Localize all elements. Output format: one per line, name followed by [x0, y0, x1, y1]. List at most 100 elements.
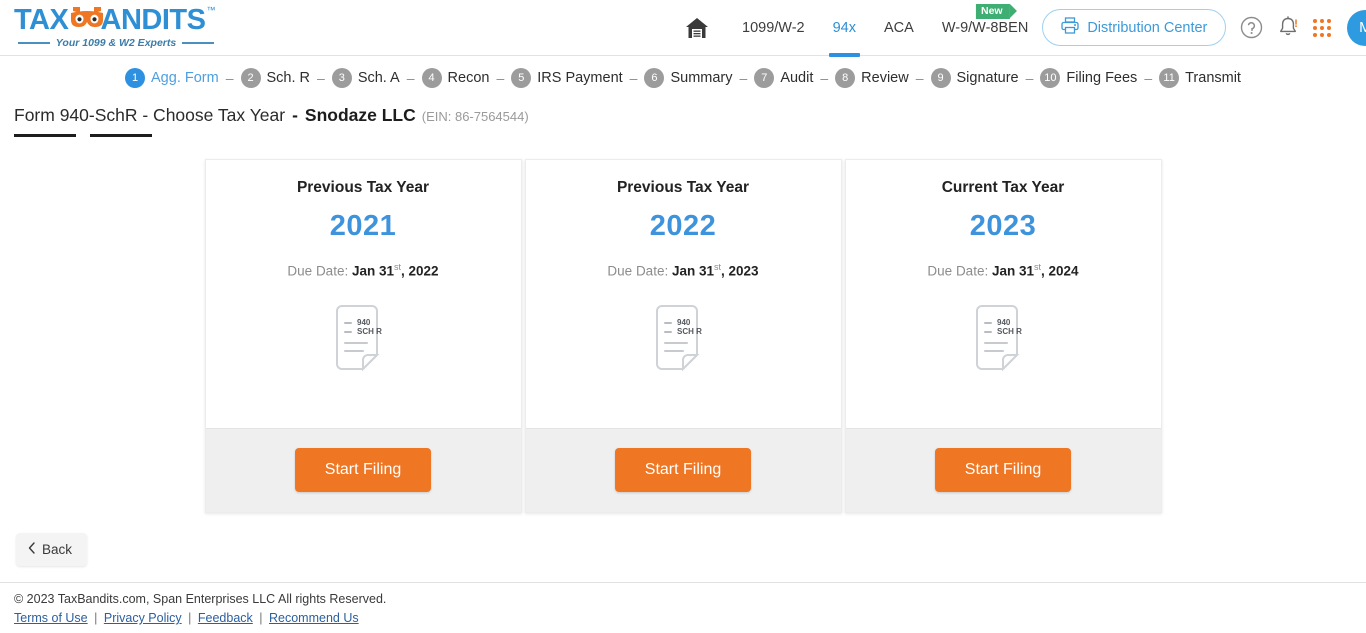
logo-tm-icon: ™ [206, 5, 216, 15]
card-heading: Previous Tax Year [616, 179, 750, 196]
step-review[interactable]: 8 Review [835, 68, 909, 88]
logo-text-bandits: ANDITS [100, 4, 206, 36]
step-agg-form[interactable]: 1 Agg. Form [125, 68, 219, 88]
step-number: 11 [1159, 68, 1180, 88]
step-separator: – [317, 70, 325, 86]
page-title-block: Form 940-SchR - Choose Tax Year - Snodaz… [0, 96, 1366, 137]
step-separator: – [496, 70, 505, 86]
primary-nav: 1099/W-2 94x ACA New W-9/W-8BEN [684, 0, 1042, 57]
company-ein: (EIN: 86-7564544) [421, 109, 529, 124]
due-date-ordinal: st [714, 262, 722, 272]
step-label: Review [861, 70, 909, 86]
logo-text-tax: TAX [14, 4, 69, 36]
step-number: 7 [754, 68, 775, 88]
step-label: Agg. Form [151, 70, 219, 86]
nav-item-w9-w8ben[interactable]: New W-9/W-8BEN [928, 0, 1042, 56]
due-date-value: Jan 31 [351, 263, 395, 279]
due-date-year: , 2024 [1041, 263, 1079, 279]
step-label: Recon [447, 70, 490, 86]
footer-link-privacy-policy[interactable]: Privacy Policy [104, 611, 182, 625]
chevron-left-icon [28, 542, 35, 557]
app-dot [1313, 18, 1318, 23]
logo-wordmark: TAX ANDITS ™ [14, 4, 216, 36]
nav-item-94x[interactable]: 94x [819, 0, 870, 57]
taxbandits-logo[interactable]: TAX ANDITS ™ Your 1099 & W2 Experts [14, 4, 216, 50]
step-number: 2 [240, 68, 261, 88]
start-filing-button-2023[interactable]: Start Filing [934, 448, 1072, 492]
footer-link-feedback[interactable]: Feedback [198, 611, 253, 625]
tagline-text: Your 1099 & W2 Experts [55, 37, 177, 49]
due-date-label: Due Date: [927, 263, 989, 279]
nav-item-1099-w2[interactable]: 1099/W-2 [728, 0, 819, 56]
step-recon[interactable]: 4 Recon [421, 68, 490, 88]
step-sch-a[interactable]: 3 Sch. A [331, 68, 400, 88]
company-prefix: - [292, 105, 298, 125]
step-audit[interactable]: 7 Audit [754, 68, 813, 88]
app-dot [1320, 32, 1325, 37]
step-label: Sch. R [266, 70, 311, 86]
title-underline-decoration [14, 134, 1366, 137]
card-heading: Current Tax Year [941, 179, 1065, 196]
step-irs-payment[interactable]: 5 IRS Payment [511, 68, 623, 88]
svg-text:SCH R: SCH R [677, 327, 702, 336]
step-label: Audit [780, 70, 814, 86]
back-button[interactable]: Back [16, 533, 88, 566]
distribution-center-button[interactable]: Distribution Center [1042, 9, 1227, 46]
card-heading: Previous Tax Year [296, 179, 430, 196]
footer-link-separator: | [259, 611, 263, 625]
tagline-rule-left [18, 42, 50, 44]
card-body: Current Tax Year 2023 Due Date: Jan 31st… [846, 160, 1161, 428]
tax-year-card-2023[interactable]: Current Tax Year 2023 Due Date: Jan 31st… [844, 159, 1162, 513]
nav-label: ACA [884, 19, 914, 36]
tax-year-card-2022[interactable]: Previous Tax Year 2022 Due Date: Jan 31s… [524, 159, 842, 513]
due-date-ordinal: st [1034, 262, 1042, 272]
header-actions: Distribution Center M [1042, 9, 1366, 46]
grid-apps-icon[interactable] [1313, 18, 1332, 37]
due-date-label: Due Date: [607, 263, 669, 279]
nav-label: 94x [832, 19, 856, 36]
card-due-date: Due Date: Jan 31st, 2022 [216, 262, 511, 279]
step-number: 9 [930, 68, 951, 88]
nav-label: W-9/W-8BEN [941, 19, 1029, 36]
footer-link-separator: | [188, 611, 192, 625]
avatar[interactable]: M [1347, 9, 1366, 46]
tagline-rule-right [182, 42, 215, 44]
app-header: TAX ANDITS ™ Your 1099 & W2 Experts 1099… [0, 0, 1366, 57]
step-filing-fees[interactable]: 10 Filing Fees [1040, 68, 1137, 88]
start-filing-button-2022[interactable]: Start Filing [614, 448, 752, 492]
nav-label: 1099/W-2 [742, 19, 805, 36]
help-circle-icon[interactable] [1240, 16, 1263, 39]
step-separator: – [406, 70, 415, 86]
step-label: Filing Fees [1066, 70, 1138, 86]
step-separator: – [915, 70, 924, 86]
footer-link-recommend-us[interactable]: Recommend Us [269, 611, 359, 625]
home-icon[interactable] [684, 16, 710, 40]
nav-item-aca[interactable]: ACA [870, 0, 928, 56]
step-sch-r[interactable]: 2 Sch. R [240, 68, 311, 88]
card-body: Previous Tax Year 2022 Due Date: Jan 31s… [526, 160, 841, 428]
footer-link-separator: | [94, 611, 98, 625]
step-label: Sch. A [357, 70, 400, 86]
card-body: Previous Tax Year 2021 Due Date: Jan 31s… [206, 160, 521, 428]
step-number: 6 [644, 68, 665, 88]
app-dot [1313, 25, 1318, 30]
start-filing-button-2021[interactable]: Start Filing [294, 448, 432, 492]
step-number: 3 [331, 68, 352, 88]
company-name: Snodaze LLC [304, 105, 416, 125]
new-badge: New [975, 3, 1017, 19]
step-summary[interactable]: 6 Summary [644, 68, 733, 88]
footer-link-terms-of-use[interactable]: Terms of Use [14, 611, 88, 625]
step-transmit[interactable]: 11 Transmit [1159, 68, 1241, 88]
due-date-value: Jan 31 [671, 263, 715, 279]
app-dot [1320, 25, 1325, 30]
step-separator: – [629, 70, 638, 86]
tax-year-card-2021[interactable]: Previous Tax Year 2021 Due Date: Jan 31s… [204, 159, 522, 513]
step-signature[interactable]: 9 Signature [930, 68, 1019, 88]
app-dot [1327, 25, 1332, 30]
underline-segment-2 [90, 134, 152, 137]
bell-icon[interactable] [1277, 16, 1299, 39]
card-due-date: Due Date: Jan 31st, 2024 [856, 262, 1151, 279]
card-footer: Start Filing [845, 428, 1161, 512]
app-dot [1313, 32, 1318, 37]
app-dot [1320, 18, 1325, 23]
